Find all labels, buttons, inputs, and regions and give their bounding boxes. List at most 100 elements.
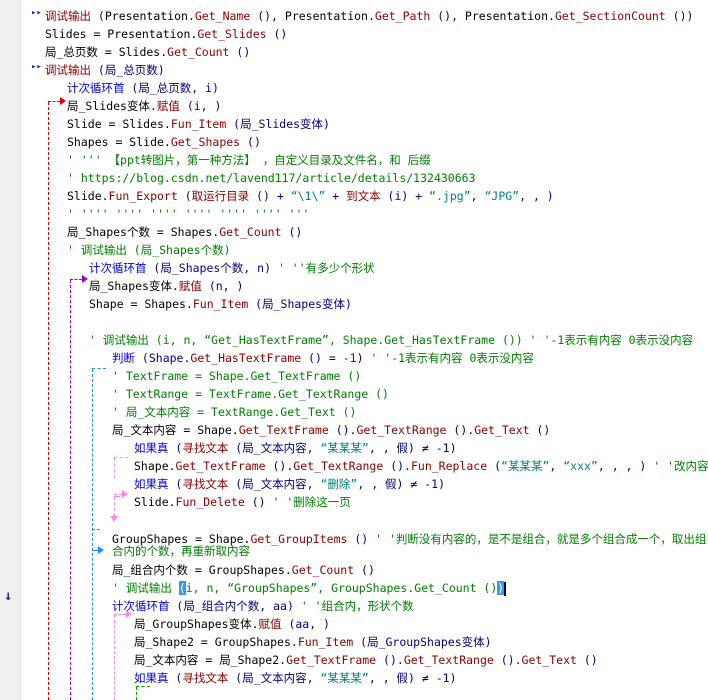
code-token: (), (250, 9, 285, 23)
code-line[interactable]: 计次循环首 (局_Shapes个数, n) ' ''有多少个形状 (89, 259, 375, 277)
code-line[interactable]: Slide.Fun_Delete () ' '删除这一页 (134, 493, 351, 511)
command-name: Fun_Delete (175, 495, 245, 509)
code-token: 局_文本内容 = Shape. (112, 423, 239, 437)
code-token: () (266, 27, 288, 41)
comment-text: ' '改内容 (653, 459, 708, 473)
code-line[interactable]: 局_Shapes个数 = Shapes.Get_Count () (67, 223, 302, 241)
code-line[interactable]: 如果真 (寻找文本 (局_文本内容, “某某某”, , 假) ≠ -1) (134, 439, 457, 457)
code-line[interactable]: Slides = Presentation.Get_Slides () (45, 25, 287, 43)
code-token: , , 假) ≠ -1) (357, 477, 446, 491)
code-line[interactable]: 局_GroupShapes变体.赋值 (aa, ) (134, 615, 330, 633)
command-name: Get_Name (194, 9, 251, 23)
command-name: Fun_Replace (410, 459, 488, 473)
code-token: Slide. (134, 495, 176, 509)
code-line[interactable]: ' 局_文本内容 = TextRange.Get_Text () (112, 403, 356, 421)
code-line[interactable]: 如果真 (寻找文本 (局_文本内容, “某某某”, , 假) ≠ -1) (134, 669, 457, 687)
code-token: ( (168, 477, 183, 491)
comment-text: 合内的个数，再重新取内容 (112, 544, 250, 558)
code-token: 局_Slides变体. (67, 99, 157, 113)
code-line[interactable]: 调试输出 (局_总页数) (45, 61, 165, 79)
code-line[interactable]: 局_Shape2 = GroupShapes.Fun_Item (局_Group… (134, 633, 492, 651)
code-token: ) (356, 351, 371, 365)
code-line[interactable]: ' TextFrame = Shape.Get_TextFrame () (112, 367, 361, 385)
loop-line-group (114, 615, 115, 700)
loop-connector-shapes (70, 279, 82, 280)
comment-text: ' ''' 【ppt转图片，第一种方法】 ，自定义目录及文件名，和 后缀 (67, 153, 431, 167)
code-line[interactable]: 局_Slides变体.赋值 (i, ) (67, 97, 221, 115)
command-name: Get_TextFrame (238, 423, 329, 437)
code-token: 局_文本内容 = 局_Shape2. (134, 653, 287, 667)
code-line[interactable]: 局_Shapes变体.赋值 (n, ) (89, 277, 243, 295)
code-token: Presentation. (104, 9, 195, 23)
command-name: Get_TextFrame (175, 459, 266, 473)
code-token: 局_Shapes个数 = Shapes. (67, 225, 220, 239)
string-literal: “.jpg” (429, 189, 471, 203)
code-line[interactable]: 如果真 (寻找文本 (局_文本内容, “删除”, , 假) ≠ -1) (134, 475, 445, 493)
comment-text: ' '组合内，形状个数 (300, 599, 414, 613)
code-token: 局_组合内个数 = GroupShapes. (112, 563, 292, 577)
command-name: Fun_Item (297, 635, 354, 649)
code-line[interactable]: 判断 (Shape.Get_HasTextFrame () = -1) ' '-… (112, 349, 534, 367)
code-line[interactable]: ' 调试输出 (i, n, “GroupShapes”, GroupShapes… (112, 579, 507, 597)
code-line[interactable]: 局_组合内个数 = GroupShapes.Get_Count () (112, 561, 375, 579)
code-token: (局_Slides变体) (226, 117, 330, 131)
code-line[interactable]: Shapes = Slide.Get_Shapes () (67, 133, 261, 151)
loop-arrow-group (126, 610, 132, 618)
code-line[interactable]: 计次循环首 (局_组合内个数, aa) ' '组合内，形状个数 (112, 597, 414, 615)
command-name: Get_Count (167, 45, 230, 59)
code-token: (局_文本内容, (228, 477, 321, 491)
comment-text: ' 调试输出 (112, 581, 179, 595)
code-line[interactable]: ' ''' 【ppt转图片，第一种方法】 ，自定义目录及文件名，和 后缀 (67, 151, 431, 169)
code-line[interactable]: 计次循环首 (局_总页数, i) (67, 79, 219, 97)
code-token: , , 假) ≠ -1) (368, 671, 457, 685)
code-line[interactable]: ' 调试输出 (i, n, “Get_HasTextFrame”, Shape.… (89, 331, 693, 349)
code-token: Slide. (67, 189, 109, 203)
if-arrow-2 (110, 516, 118, 522)
code-token: ( (168, 441, 183, 455)
code-line[interactable]: 合内的个数，再重新取内容 (112, 542, 250, 560)
code-line[interactable]: 调试输出 (Presentation.Get_Name (), Presenta… (45, 7, 693, 25)
judge-arrow (98, 546, 104, 554)
text-caret (504, 581, 507, 596)
flow-keyword: 判断 (112, 351, 135, 365)
code-token: () (229, 45, 251, 59)
code-line[interactable]: ' '''' '''' '''' '''' '''' '''' ''' (67, 205, 309, 223)
code-token: 局_总页数 = Slides. (45, 45, 168, 59)
code-token: 局_Shapes变体. (89, 279, 179, 293)
command-name: Get_TextRange (356, 423, 447, 437)
code-line[interactable]: Slide = Slides.Fun_Item (局_Slides变体) (67, 115, 330, 133)
comment-text: ' '-1表示有内容 0表示没内容 (370, 351, 534, 365)
code-line[interactable]: ' https://blog.csdn.net/lavend117/articl… (67, 169, 476, 187)
flow-keyword: 如果真 (134, 477, 169, 491)
code-token: () (281, 225, 303, 239)
flow-keyword: 如果真 (134, 671, 169, 685)
command-name: 寻找文本 (182, 441, 229, 455)
code-line[interactable]: ' TextRange = TextFrame.Get_TextRange () (112, 385, 389, 403)
string-literal: “JPG” (484, 189, 520, 203)
code-token: (). (265, 459, 294, 473)
loop-connector-group (114, 614, 126, 615)
command-name: 寻找文本 (182, 671, 229, 685)
code-token: (i) + (380, 189, 430, 203)
code-line[interactable]: 局_文本内容 = 局_Shape2.Get_TextFrame ().Get_T… (134, 651, 598, 669)
comment-text: ' TextRange = TextFrame.Get_TextRange () (112, 387, 389, 401)
comment-text: ' https://blog.csdn.net/lavend117/articl… (67, 171, 476, 185)
selected-bracket: ( (178, 581, 186, 595)
command-name: Get_TextRange (403, 653, 494, 667)
code-line[interactable]: 局_总页数 = Slides.Get_Count () (45, 43, 250, 61)
string-literal: “\1\” (290, 189, 326, 203)
code-token: () (347, 532, 376, 546)
command-name: 取运行目录 (191, 189, 250, 203)
code-line[interactable]: Shape.Get_TextFrame ().Get_TextRange ().… (134, 457, 708, 475)
code-token: 局_GroupShapes变体. (134, 617, 259, 631)
code-token: , , , ) (597, 459, 654, 473)
code-line[interactable]: Slide.Fun_Export (取运行目录 () + “\1\” + 到文本… (67, 187, 554, 205)
code-token: , (470, 189, 485, 203)
code-line[interactable]: ' 调试输出 (局_Shapes个数) (67, 241, 231, 259)
code-line[interactable]: Shape = Shapes.Fun_Item (局_Shapes变体) (89, 295, 352, 313)
code-token: (局_总页数, i) (124, 81, 219, 95)
code-line[interactable]: 局_文本内容 = Shape.Get_TextFrame ().Get_Text… (112, 421, 550, 439)
comment-text: ' 调试输出 (i, n, “Get_HasTextFrame”, Shape.… (89, 333, 694, 347)
current-line-arrow-icon[interactable]: ↓ (4, 589, 12, 603)
command-name: -1 (342, 351, 357, 365)
